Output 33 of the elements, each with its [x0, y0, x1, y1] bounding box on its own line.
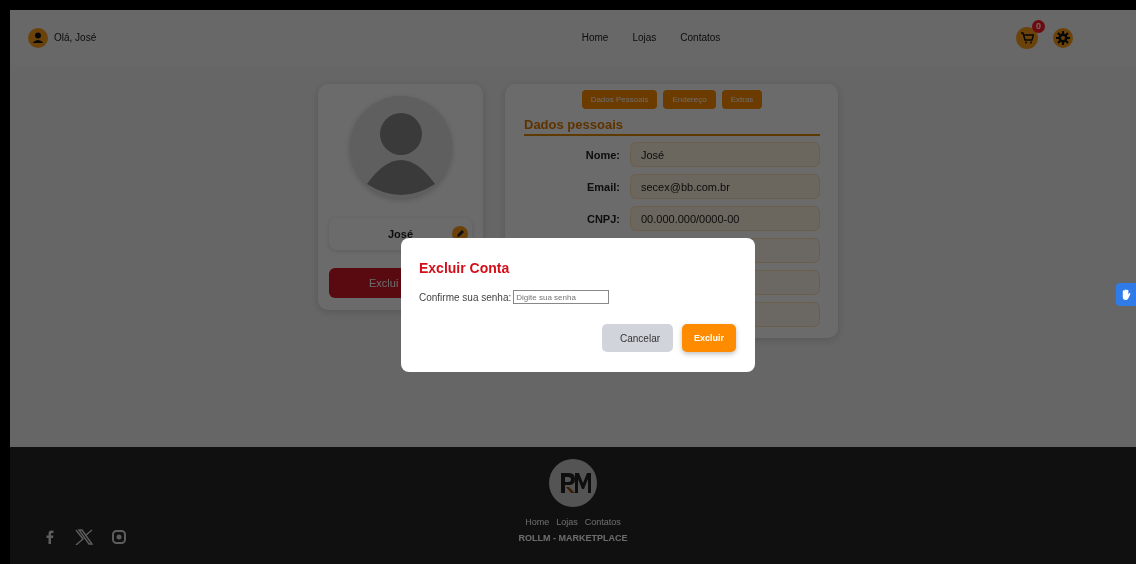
footer-link[interactable]: Contatos: [584, 517, 621, 527]
cancel-button[interactable]: Cancelar: [602, 324, 673, 352]
field-label: Nome:: [584, 148, 620, 161]
user-icon[interactable]: [28, 27, 48, 48]
accessibility-button[interactable]: [1116, 283, 1136, 306]
settings-icon[interactable]: [1052, 26, 1074, 49]
tab[interactable]: Endereço: [663, 90, 716, 109]
confirm-delete-button[interactable]: Excluir: [682, 324, 736, 352]
logo-icon: [549, 459, 597, 507]
profile-name: José: [387, 228, 414, 240]
field-label: CNPJ:: [586, 212, 620, 225]
footer-link[interactable]: Lojas: [556, 517, 578, 527]
nav-link[interactable]: Contatos: [680, 32, 721, 43]
tab[interactable]: Extras: [721, 90, 763, 109]
tab[interactable]: Dados Pessoais: [581, 90, 658, 109]
input-field[interactable]: 00.000.000/0000-00: [630, 206, 820, 231]
footer-link[interactable]: Home: [525, 517, 550, 527]
facebook-icon[interactable]: [44, 530, 56, 544]
brand-text: ROLLM - MARKETPLACE: [518, 533, 628, 543]
password-field[interactable]: Digite sua senha: [513, 290, 610, 304]
section-heading: Dados pessoais: [524, 117, 820, 136]
avatar-icon: [349, 96, 452, 198]
field-label: Email:: [586, 180, 620, 193]
input-field[interactable]: secex@bb.com.br: [630, 174, 820, 199]
nav-link[interactable]: Home: [581, 32, 609, 43]
cart-count-badge: 0: [1032, 19, 1045, 33]
greeting-text: Olá, José: [54, 32, 97, 43]
x-icon[interactable]: [75, 529, 93, 545]
input-field[interactable]: José: [630, 142, 820, 167]
instagram-icon[interactable]: [112, 530, 126, 544]
cart-button[interactable]: [1016, 26, 1038, 49]
nav-link[interactable]: Lojas: [632, 32, 657, 43]
cart-icon: [1020, 31, 1034, 44]
